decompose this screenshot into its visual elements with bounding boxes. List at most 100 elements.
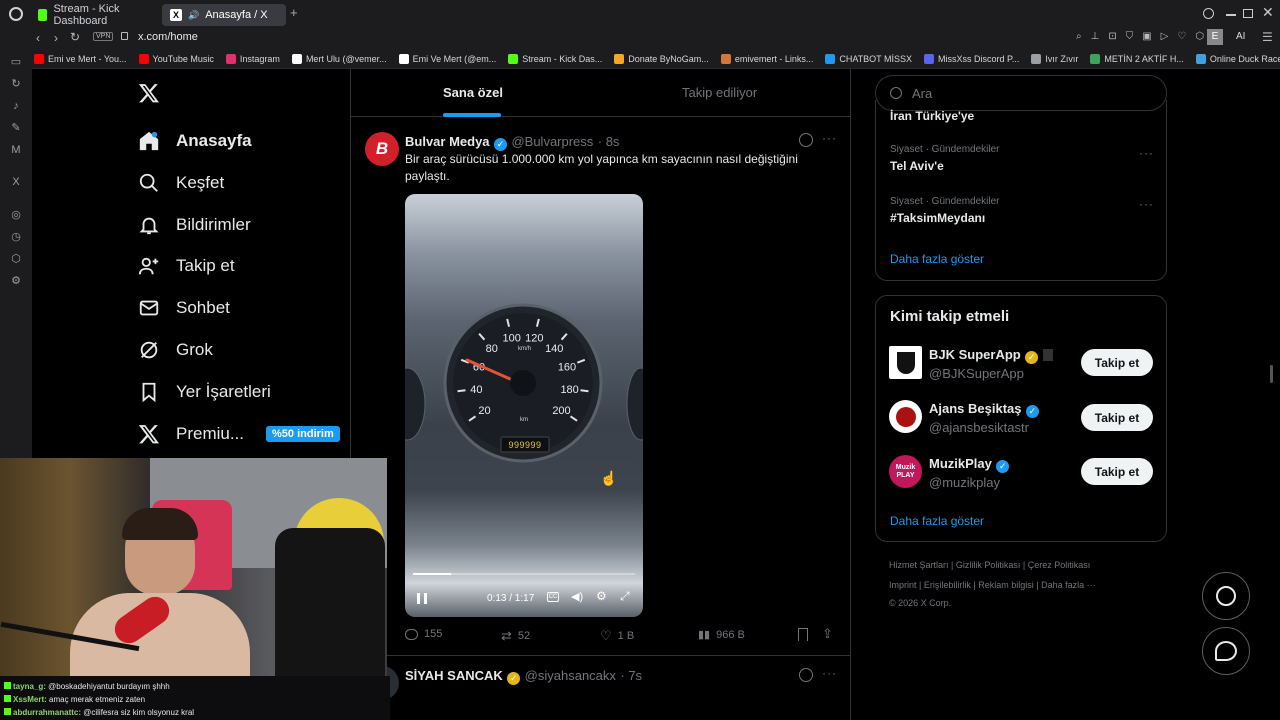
like-button[interactable]: ♡ 1 B: [600, 628, 634, 644]
settings-gear-icon[interactable]: ⚙: [596, 589, 607, 603]
captions-icon[interactable]: CC: [547, 592, 559, 602]
follow-button-bjk[interactable]: Takip et: [1081, 349, 1153, 376]
url-field[interactable]: x.com/home: [138, 31, 198, 43]
forward-icon[interactable]: ›: [54, 31, 58, 45]
bookmark-item[interactable]: MissXss Discord P...: [924, 53, 1019, 64]
heart-icon[interactable]: ♡: [1177, 31, 1186, 42]
footer-link[interactable]: Imprint: [889, 580, 917, 590]
footer-link[interactable]: Gizlilik Politikası: [956, 560, 1021, 570]
close-icon[interactable]: ✕: [1262, 4, 1274, 21]
screenshot-icon[interactable]: ⊡: [1108, 31, 1116, 42]
bookmark-item[interactable]: YouTube Music: [138, 53, 214, 64]
trend-item[interactable]: Siyaset · Gündemdekiler Tel Aviv'e: [890, 144, 1000, 173]
bjk-avatar[interactable]: [889, 346, 922, 379]
clock-icon[interactable]: ◷: [10, 231, 22, 243]
history-icon[interactable]: ↻: [10, 78, 22, 90]
bookmark-item[interactable]: Ivır Zıvır: [1031, 53, 1078, 64]
tab-anasayfa-x[interactable]: X 🔊 Anasayfa / X: [162, 4, 286, 26]
nav-item-bell[interactable]: Bildirimler: [138, 214, 251, 236]
footer-link[interactable]: Daha fazla ···: [1041, 580, 1096, 590]
next-post-more-icon[interactable]: ···: [822, 666, 837, 680]
grok-icon[interactable]: [799, 668, 813, 682]
zoom-icon[interactable]: ⌕: [1076, 31, 1082, 42]
new-tab-button[interactable]: +: [290, 6, 298, 19]
messenger-icon[interactable]: ▭: [10, 56, 22, 68]
views-button[interactable]: ▮▮ 966 B: [698, 628, 745, 642]
bookmark-item[interactable]: Instagram: [225, 53, 280, 64]
ajans-avatar[interactable]: [889, 400, 922, 433]
x-logo-icon[interactable]: [138, 82, 160, 109]
footer-link[interactable]: Çerez Politikası: [1028, 560, 1091, 570]
post-time[interactable]: · 8s: [598, 134, 620, 149]
video-progress-track[interactable]: [413, 573, 635, 575]
settings-icon[interactable]: ⚙: [10, 275, 22, 287]
bookmark-item[interactable]: Emi ve Mert - You...: [34, 53, 127, 64]
ai-button[interactable]: AI: [1236, 31, 1245, 42]
x-sidebar-icon[interactable]: X: [10, 176, 22, 188]
suggestion-bjk[interactable]: BJK SuperApp ✓ @BJKSuperApp: [929, 346, 1053, 381]
bookmark-item[interactable]: Donate ByNoGam...: [614, 53, 709, 64]
next-post-time[interactable]: · 7s: [620, 668, 642, 683]
reply-button[interactable]: 155: [405, 628, 442, 640]
post-handle[interactable]: @Bulvarpress: [511, 134, 593, 149]
profile-avatar[interactable]: E: [1207, 29, 1223, 45]
nav-item-mail[interactable]: Sohbet: [138, 297, 230, 319]
messages-fab-button[interactable]: [1202, 627, 1250, 675]
bookmark-item[interactable]: Stream - Kick Das...: [508, 53, 602, 64]
follow-button-ajans[interactable]: Takip et: [1081, 404, 1153, 431]
volume-icon[interactable]: ◀): [571, 590, 583, 603]
suggestion-muzikplay[interactable]: MuzikPlay ✓ @muzikplay: [929, 455, 1010, 490]
bookmark-item[interactable]: Mert Ulu (@vemer...: [291, 53, 387, 64]
post-video[interactable]: 20 40 60 80 100 120 140 160 180 200 km/h km 99999…: [405, 194, 643, 617]
play-icon[interactable]: ▷: [1161, 31, 1169, 42]
player-icon[interactable]: ♪: [10, 100, 22, 112]
notes-icon[interactable]: ✎: [10, 122, 22, 134]
suggestions-show-more-link[interactable]: Daha fazla göster: [890, 514, 984, 528]
footer-link[interactable]: Erişilebilirlik: [924, 580, 971, 590]
trend-item[interactable]: Siyaset · Gündemdekiler #TaksimMeydanı: [890, 196, 1000, 225]
reload-icon[interactable]: ↻: [70, 30, 80, 44]
vpn-badge[interactable]: VPN: [93, 32, 114, 41]
next-post-handle[interactable]: @siyahsancakx: [525, 668, 616, 683]
bookmark-item[interactable]: METİN 2 AKTİF H...: [1090, 53, 1184, 64]
bookmark-item[interactable]: CHATBOT MİSSX: [825, 53, 912, 64]
mail-icon[interactable]: M: [10, 144, 22, 156]
muzikplay-avatar[interactable]: Muzik PLAY: [889, 455, 922, 488]
next-post-author[interactable]: SİYAH SANCAK: [405, 668, 503, 683]
bulvar-medya-avatar[interactable]: B: [365, 132, 399, 166]
repost-button[interactable]: ⇄ 52: [501, 628, 530, 644]
extensions-icon[interactable]: ⬡: [10, 253, 22, 265]
browser-logo-icon[interactable]: [9, 7, 23, 21]
tab-takip-ediliyor[interactable]: Takip ediliyor: [682, 85, 757, 100]
lock-icon[interactable]: [121, 32, 128, 40]
trends-show-more-link[interactable]: Daha fazla göster: [890, 252, 984, 266]
nav-item-person-add[interactable]: Takip et: [138, 255, 235, 277]
nav-item-bookmark[interactable]: Yer İşaretleri: [138, 381, 271, 403]
post-author[interactable]: Bulvar Medya: [405, 134, 490, 149]
minimize-icon[interactable]: [1226, 14, 1236, 16]
page-scrollbar[interactable]: [1270, 365, 1273, 383]
tab-kick-dashboard[interactable]: Stream - Kick Dashboard: [30, 3, 158, 27]
maximize-icon[interactable]: [1243, 9, 1253, 18]
suggestion-ajans[interactable]: Ajans Beşiktaş ✓ @ajansbesiktastr: [929, 400, 1039, 435]
trend-partial[interactable]: İran Türkiye'ye: [890, 109, 974, 123]
footer-link[interactable]: Hizmet Şartları: [889, 560, 949, 570]
share-icon[interactable]: ⇪: [822, 626, 833, 642]
pin-icon[interactable]: ⊥: [1091, 31, 1100, 42]
nav-item-grok[interactable]: Grok: [138, 339, 213, 361]
target-icon[interactable]: ◎: [10, 209, 22, 221]
grok-fab-button[interactable]: [1202, 572, 1250, 620]
extension-icon[interactable]: ⬡: [1195, 31, 1204, 42]
footer-link[interactable]: Reklam bilgisi: [978, 580, 1034, 590]
tab-sana-ozel[interactable]: Sana özel: [443, 85, 503, 100]
speaker-icon[interactable]: 🔊: [188, 10, 199, 21]
fullscreen-icon[interactable]: ⤢: [620, 589, 630, 604]
search-tabs-icon[interactable]: [1203, 8, 1214, 19]
post-more-icon[interactable]: ···: [822, 131, 837, 145]
trend-more-icon[interactable]: ···: [1139, 197, 1154, 211]
back-icon[interactable]: ‹: [36, 31, 40, 45]
shield-icon[interactable]: ⛉: [1126, 31, 1134, 42]
trend-more-icon[interactable]: ···: [1139, 146, 1154, 160]
bookmark-item[interactable]: Online Duck Race...: [1195, 53, 1280, 64]
nav-item-home[interactable]: Anasayfa: [138, 130, 252, 152]
